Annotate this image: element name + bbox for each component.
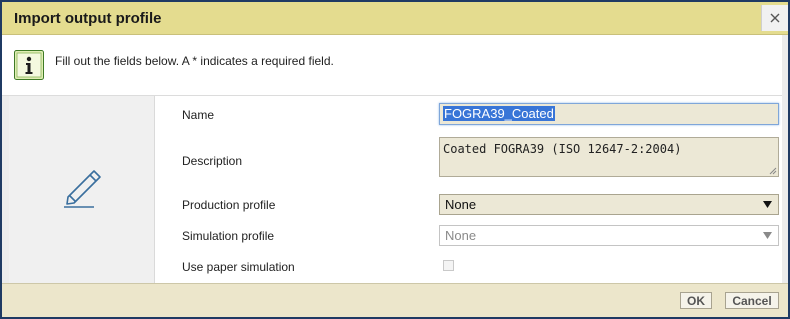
dialog-title: Import output profile bbox=[14, 10, 162, 27]
description-label: Description bbox=[182, 154, 243, 168]
description-textarea[interactable]: Coated FOGRA39 (ISO 12647-2:2004) bbox=[439, 137, 779, 177]
cancel-button[interactable]: Cancel bbox=[725, 292, 779, 309]
right-gutter bbox=[782, 35, 788, 283]
ok-button[interactable]: OK bbox=[680, 292, 712, 309]
chevron-down-icon bbox=[763, 201, 772, 208]
form-area: Name FOGRA39_Coated Description Coated F… bbox=[155, 96, 782, 283]
name-input[interactable]: FOGRA39_Coated bbox=[439, 103, 779, 125]
use-paper-simulation-label: Use paper simulation bbox=[182, 260, 295, 274]
dialog-titlebar: Import output profile bbox=[2, 2, 788, 35]
dialog-footer: OK Cancel bbox=[2, 283, 788, 317]
name-label: Name bbox=[182, 108, 215, 122]
info-text: Fill out the fields below. A * indicates… bbox=[55, 54, 334, 68]
close-icon bbox=[770, 13, 780, 23]
left-gutter bbox=[2, 96, 9, 283]
simulation-profile-value: None bbox=[445, 228, 477, 243]
simulation-profile-select[interactable]: None bbox=[439, 225, 779, 246]
pencil-icon bbox=[64, 170, 101, 208]
info-icon bbox=[14, 50, 44, 80]
resize-grip-icon[interactable] bbox=[768, 166, 777, 175]
production-profile-value: None bbox=[445, 197, 477, 212]
import-output-profile-dialog: Import output profile Fill out the field… bbox=[0, 0, 790, 319]
production-profile-select[interactable]: None bbox=[439, 194, 779, 215]
chevron-down-icon bbox=[763, 232, 772, 239]
production-profile-label: Production profile bbox=[182, 198, 276, 212]
use-paper-simulation-checkbox[interactable] bbox=[443, 260, 454, 271]
side-panel bbox=[9, 96, 155, 283]
info-banner: Fill out the fields below. A * indicates… bbox=[2, 35, 788, 96]
name-value: FOGRA39_Coated bbox=[443, 106, 555, 121]
description-value: Coated FOGRA39 (ISO 12647-2:2004) bbox=[443, 142, 682, 156]
close-button[interactable] bbox=[761, 5, 788, 31]
simulation-profile-label: Simulation profile bbox=[182, 229, 275, 243]
